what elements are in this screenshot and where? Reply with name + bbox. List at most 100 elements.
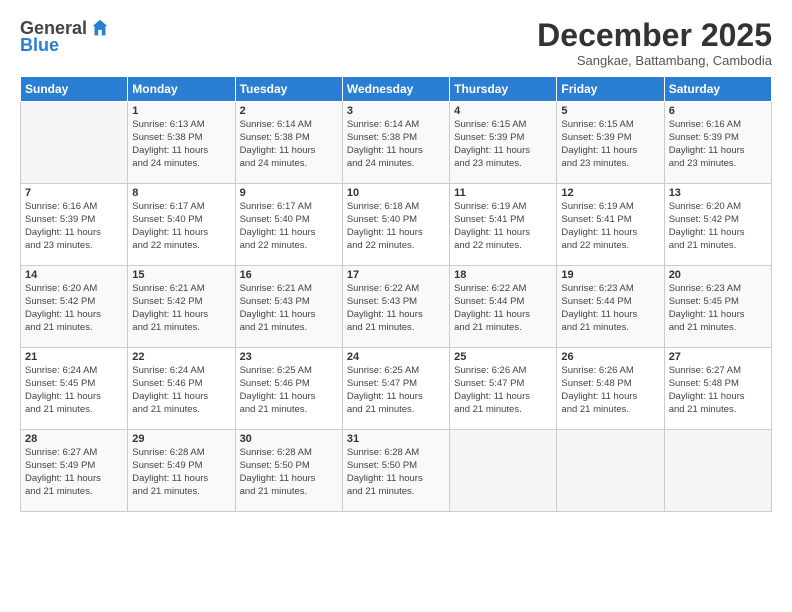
calendar-cell: 31 Sunrise: 6:28 AM Sunset: 5:50 PM Dayli… (342, 430, 449, 512)
day-number: 20 (669, 269, 767, 281)
day-number: 18 (454, 269, 552, 281)
calendar-cell: 16 Sunrise: 6:21 AM Sunset: 5:43 PM Dayli… (235, 266, 342, 348)
cell-info: Sunrise: 6:28 AM Sunset: 5:50 PM Dayligh… (347, 447, 445, 498)
day-number: 1 (132, 105, 230, 117)
cell-info: Sunrise: 6:20 AM Sunset: 5:42 PM Dayligh… (669, 201, 767, 252)
day-number: 31 (347, 433, 445, 445)
day-number: 26 (561, 351, 659, 363)
day-number: 8 (132, 187, 230, 199)
calendar-week-4: 21Sunrise: 6:24 AM Sunset: 5:45 PM Dayli… (21, 348, 772, 430)
day-number: 7 (25, 187, 123, 199)
calendar-table: SundayMondayTuesdayWednesdayThursdayFrid… (20, 76, 772, 512)
day-number: 5 (561, 105, 659, 117)
calendar-cell: 8Sunrise: 6:17 AM Sunset: 5:40 PM Daylig… (128, 184, 235, 266)
calendar-cell: 26 Sunrise: 6:26 AM Sunset: 5:48 PM Dayli… (557, 348, 664, 430)
page: General Blue December 2025 Sangkae, Batt… (0, 0, 792, 612)
cell-info: Sunrise: 6:16 AM Sunset: 5:39 PM Dayligh… (25, 201, 123, 252)
calendar-week-5: 28Sunrise: 6:27 AM Sunset: 5:49 PM Dayli… (21, 430, 772, 512)
logo-icon (89, 17, 111, 39)
calendar-cell: 11 Sunrise: 6:19 AM Sunset: 5:41 PM Dayli… (450, 184, 557, 266)
header: General Blue December 2025 Sangkae, Batt… (20, 18, 772, 68)
day-number: 2 (240, 105, 338, 117)
cell-info: Sunrise: 6:23 AM Sunset: 5:44 PM Dayligh… (561, 283, 659, 334)
calendar-cell: 1 Sunrise: 6:13 AM Sunset: 5:38 PM Daylig… (128, 102, 235, 184)
location: Sangkae, Battambang, Cambodia (537, 53, 772, 68)
cell-info: Sunrise: 6:22 AM Sunset: 5:44 PM Dayligh… (454, 283, 552, 334)
day-number: 24 (347, 351, 445, 363)
cell-info: Sunrise: 6:28 AM Sunset: 5:50 PM Dayligh… (240, 447, 338, 498)
calendar-cell (664, 430, 771, 512)
cell-info: Sunrise: 6:18 AM Sunset: 5:40 PM Dayligh… (347, 201, 445, 252)
calendar-cell: 30 Sunrise: 6:28 AM Sunset: 5:50 PM Dayli… (235, 430, 342, 512)
day-number: 25 (454, 351, 552, 363)
calendar-cell: 14 Sunrise: 6:20 AM Sunset: 5:42 PM Dayli… (21, 266, 128, 348)
day-header-thursday: Thursday (450, 77, 557, 102)
day-header-tuesday: Tuesday (235, 77, 342, 102)
calendar-cell: 23 Sunrise: 6:25 AM Sunset: 5:46 PM Dayli… (235, 348, 342, 430)
day-number: 3 (347, 105, 445, 117)
calendar-cell (450, 430, 557, 512)
day-number: 10 (347, 187, 445, 199)
day-number: 30 (240, 433, 338, 445)
calendar-cell: 15 Sunrise: 6:21 AM Sunset: 5:42 PM Dayli… (128, 266, 235, 348)
cell-info: Sunrise: 6:21 AM Sunset: 5:42 PM Dayligh… (132, 283, 230, 334)
cell-info: Sunrise: 6:28 AM Sunset: 5:49 PM Dayligh… (132, 447, 230, 498)
day-number: 14 (25, 269, 123, 281)
cell-info: Sunrise: 6:13 AM Sunset: 5:38 PM Dayligh… (132, 119, 230, 170)
calendar-cell: 20 Sunrise: 6:23 AM Sunset: 5:45 PM Dayli… (664, 266, 771, 348)
cell-info: Sunrise: 6:17 AM Sunset: 5:40 PM Dayligh… (240, 201, 338, 252)
title-section: December 2025 Sangkae, Battambang, Cambo… (537, 18, 772, 68)
day-header-monday: Monday (128, 77, 235, 102)
calendar-cell: 17Sunrise: 6:22 AM Sunset: 5:43 PM Dayli… (342, 266, 449, 348)
day-number: 12 (561, 187, 659, 199)
day-number: 9 (240, 187, 338, 199)
cell-info: Sunrise: 6:22 AM Sunset: 5:43 PM Dayligh… (347, 283, 445, 334)
cell-info: Sunrise: 6:27 AM Sunset: 5:48 PM Dayligh… (669, 365, 767, 416)
cell-info: Sunrise: 6:16 AM Sunset: 5:39 PM Dayligh… (669, 119, 767, 170)
cell-info: Sunrise: 6:25 AM Sunset: 5:47 PM Dayligh… (347, 365, 445, 416)
cell-info: Sunrise: 6:14 AM Sunset: 5:38 PM Dayligh… (347, 119, 445, 170)
calendar-week-1: 1 Sunrise: 6:13 AM Sunset: 5:38 PM Daylig… (21, 102, 772, 184)
day-number: 16 (240, 269, 338, 281)
calendar-cell: 4 Sunrise: 6:15 AM Sunset: 5:39 PM Daylig… (450, 102, 557, 184)
calendar-cell: 19Sunrise: 6:23 AM Sunset: 5:44 PM Dayli… (557, 266, 664, 348)
calendar-cell: 9 Sunrise: 6:17 AM Sunset: 5:40 PM Daylig… (235, 184, 342, 266)
day-number: 23 (240, 351, 338, 363)
calendar-cell (557, 430, 664, 512)
calendar-cell: 5 Sunrise: 6:15 AM Sunset: 5:39 PM Daylig… (557, 102, 664, 184)
calendar-cell: 10 Sunrise: 6:18 AM Sunset: 5:40 PM Dayli… (342, 184, 449, 266)
cell-info: Sunrise: 6:15 AM Sunset: 5:39 PM Dayligh… (561, 119, 659, 170)
cell-info: Sunrise: 6:25 AM Sunset: 5:46 PM Dayligh… (240, 365, 338, 416)
day-number: 13 (669, 187, 767, 199)
calendar-cell: 6 Sunrise: 6:16 AM Sunset: 5:39 PM Daylig… (664, 102, 771, 184)
calendar-week-2: 7 Sunrise: 6:16 AM Sunset: 5:39 PM Daylig… (21, 184, 772, 266)
calendar-cell: 25Sunrise: 6:26 AM Sunset: 5:47 PM Dayli… (450, 348, 557, 430)
calendar-cell: 18 Sunrise: 6:22 AM Sunset: 5:44 PM Dayli… (450, 266, 557, 348)
calendar-cell: 29 Sunrise: 6:28 AM Sunset: 5:49 PM Dayli… (128, 430, 235, 512)
day-number: 4 (454, 105, 552, 117)
calendar-cell: 21Sunrise: 6:24 AM Sunset: 5:45 PM Dayli… (21, 348, 128, 430)
day-number: 11 (454, 187, 552, 199)
calendar-header-row: SundayMondayTuesdayWednesdayThursdayFrid… (21, 77, 772, 102)
cell-info: Sunrise: 6:26 AM Sunset: 5:48 PM Dayligh… (561, 365, 659, 416)
cell-info: Sunrise: 6:21 AM Sunset: 5:43 PM Dayligh… (240, 283, 338, 334)
day-header-wednesday: Wednesday (342, 77, 449, 102)
day-number: 29 (132, 433, 230, 445)
day-number: 6 (669, 105, 767, 117)
month-title: December 2025 (537, 18, 772, 53)
calendar-cell: 7 Sunrise: 6:16 AM Sunset: 5:39 PM Daylig… (21, 184, 128, 266)
cell-info: Sunrise: 6:20 AM Sunset: 5:42 PM Dayligh… (25, 283, 123, 334)
day-number: 15 (132, 269, 230, 281)
cell-info: Sunrise: 6:27 AM Sunset: 5:49 PM Dayligh… (25, 447, 123, 498)
cell-info: Sunrise: 6:19 AM Sunset: 5:41 PM Dayligh… (454, 201, 552, 252)
calendar-week-3: 14 Sunrise: 6:20 AM Sunset: 5:42 PM Dayli… (21, 266, 772, 348)
cell-info: Sunrise: 6:15 AM Sunset: 5:39 PM Dayligh… (454, 119, 552, 170)
day-number: 21 (25, 351, 123, 363)
cell-info: Sunrise: 6:23 AM Sunset: 5:45 PM Dayligh… (669, 283, 767, 334)
calendar-cell: 3 Sunrise: 6:14 AM Sunset: 5:38 PM Daylig… (342, 102, 449, 184)
day-number: 27 (669, 351, 767, 363)
cell-info: Sunrise: 6:24 AM Sunset: 5:46 PM Dayligh… (132, 365, 230, 416)
calendar-cell (21, 102, 128, 184)
calendar-cell: 24 Sunrise: 6:25 AM Sunset: 5:47 PM Dayli… (342, 348, 449, 430)
calendar-cell: 12Sunrise: 6:19 AM Sunset: 5:41 PM Dayli… (557, 184, 664, 266)
